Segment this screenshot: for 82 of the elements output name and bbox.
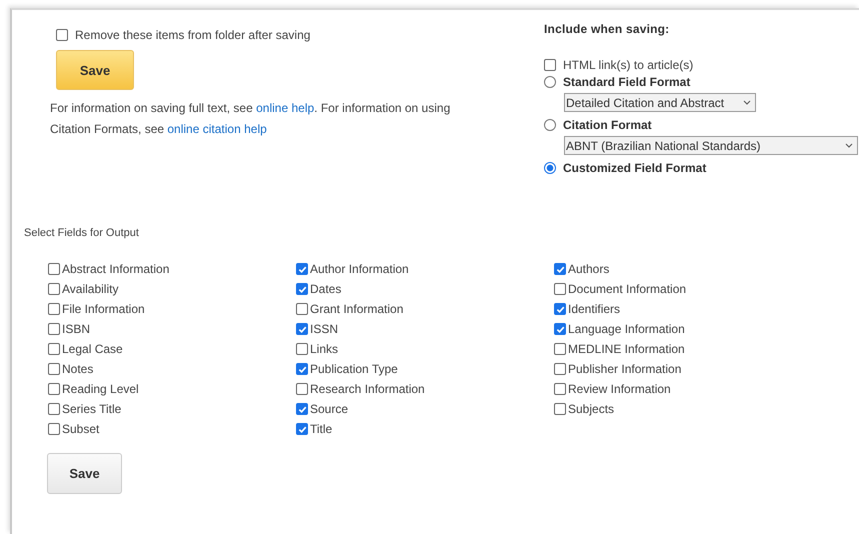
checkbox[interactable]	[296, 383, 308, 395]
checkbox[interactable]	[296, 403, 308, 415]
checkbox[interactable]	[554, 343, 566, 355]
field-label: Subjects	[568, 402, 614, 416]
checkbox[interactable]	[48, 323, 60, 335]
checkbox[interactable]	[296, 303, 308, 315]
field-label: Legal Case	[62, 342, 123, 356]
field-label: Document Information	[568, 282, 686, 296]
format-select[interactable]: Detailed Citation and Abstract	[564, 93, 756, 112]
field-label: Abstract Information	[62, 262, 170, 276]
field-label: Source	[310, 402, 348, 416]
field-label: Author Information	[310, 262, 409, 276]
field-label: MEDLINE Information	[568, 342, 685, 356]
checkbox[interactable]	[554, 363, 566, 375]
checkbox[interactable]	[48, 263, 60, 275]
field-label: Language Information	[568, 322, 685, 336]
field-label: Review Information	[568, 382, 671, 396]
checkbox[interactable]	[296, 283, 308, 295]
checkbox[interactable]	[554, 303, 566, 315]
radio-label: Citation Format	[563, 118, 652, 132]
checkbox[interactable]	[48, 363, 60, 375]
check-icon	[298, 424, 306, 434]
field-label: Notes	[62, 362, 94, 376]
checkbox[interactable]	[296, 263, 308, 275]
field-label: Title	[310, 422, 332, 436]
check-icon	[298, 264, 306, 274]
save-button[interactable]: Save	[56, 50, 134, 90]
section-heading: Select Fields for Output	[24, 227, 140, 239]
checkbox[interactable]	[554, 323, 566, 335]
check-icon	[298, 404, 306, 414]
checkbox[interactable]	[554, 283, 566, 295]
checkbox[interactable]	[48, 403, 60, 415]
checkbox-label: Remove these items from folder after saving	[75, 28, 310, 42]
checkbox[interactable]	[296, 323, 308, 335]
radio-button[interactable]	[544, 76, 556, 88]
check-icon	[556, 304, 564, 314]
field-label: Publisher Information	[568, 362, 682, 376]
field-label: Subset	[62, 422, 100, 436]
format-select[interactable]: ABNT (Brazilian National Standards)	[564, 136, 858, 155]
field-label: ISSN	[310, 322, 338, 336]
checkbox[interactable]	[296, 343, 308, 355]
check-icon	[298, 324, 306, 334]
field-label: Reading Level	[62, 382, 139, 396]
checkbox-label: HTML link(s) to article(s)	[563, 58, 694, 72]
section-heading: Include when saving:	[544, 22, 670, 36]
checkbox[interactable]	[554, 263, 566, 275]
field-label: Identifiers	[568, 302, 620, 316]
chevron-down-icon	[845, 143, 853, 148]
radio-button[interactable]	[544, 162, 556, 174]
field-label: Links	[310, 342, 338, 356]
checkbox[interactable]	[48, 343, 60, 355]
check-icon	[556, 264, 564, 274]
help-text: For information on saving full text, see online help. For information on using Citation Formats, see online citation help	[50, 100, 452, 138]
field-label: Dates	[310, 282, 342, 296]
field-label: Grant Information	[310, 302, 404, 316]
check-icon	[556, 324, 564, 334]
field-label: Authors	[568, 262, 610, 276]
checkbox[interactable]	[544, 59, 556, 71]
check-icon	[298, 284, 306, 294]
checkbox[interactable]	[48, 283, 60, 295]
checkbox[interactable]	[48, 383, 60, 395]
checkbox[interactable]	[56, 29, 68, 41]
field-label: ISBN	[62, 322, 90, 336]
help-link[interactable]: online help	[256, 101, 314, 115]
checkbox[interactable]	[48, 303, 60, 315]
checkbox[interactable]	[48, 423, 60, 435]
save-button[interactable]: Save	[47, 453, 122, 494]
radio-label: Customized Field Format	[563, 161, 706, 175]
check-icon	[298, 364, 306, 374]
field-label: File Information	[62, 302, 145, 316]
checkbox[interactable]	[296, 363, 308, 375]
field-label: Series Title	[62, 402, 122, 416]
checkbox[interactable]	[296, 423, 308, 435]
help-link[interactable]: online citation help	[167, 122, 267, 136]
radio-label: Standard Field Format	[563, 75, 690, 89]
checkbox[interactable]	[554, 383, 566, 395]
checkbox[interactable]	[554, 403, 566, 415]
chevron-down-icon	[743, 100, 751, 105]
radio-button[interactable]	[544, 119, 556, 131]
field-label: Availability	[62, 282, 118, 296]
field-label: Research Information	[310, 382, 425, 396]
field-label: Publication Type	[310, 362, 398, 376]
